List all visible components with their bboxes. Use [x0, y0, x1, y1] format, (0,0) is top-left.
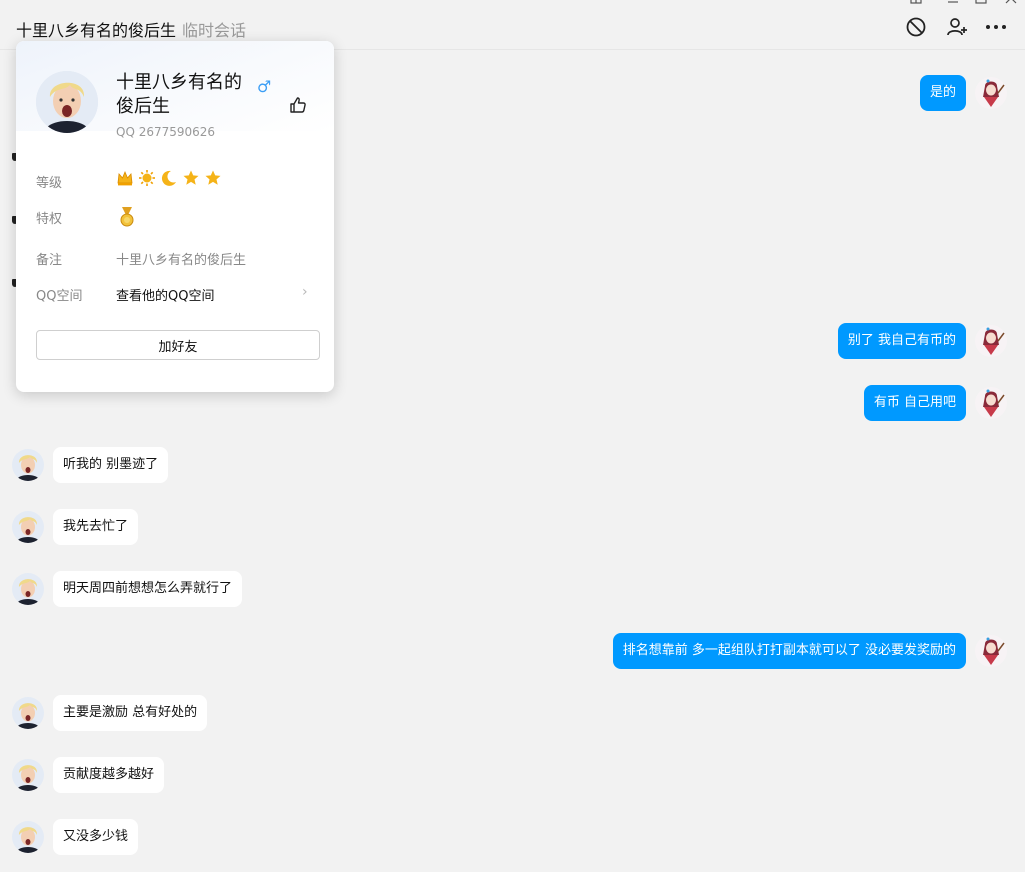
- message-bubble[interactable]: 排名想靠前 多一起组队打打副本就可以了 没必要发奖励的: [612, 633, 966, 669]
- message-bubble[interactable]: 主要是激励 总有好处的: [53, 695, 208, 731]
- star-icon: [204, 169, 222, 187]
- message-row: 有币 自己用吧: [863, 385, 1007, 421]
- add-friend-button[interactable]: 加好友: [36, 330, 320, 360]
- my-avatar[interactable]: [975, 635, 1007, 667]
- message-bubble[interactable]: 明天周四前想想怎么弄就行了: [53, 571, 243, 607]
- thumbs-up-icon[interactable]: [288, 95, 308, 115]
- message-row: 明天周四前想想怎么弄就行了: [12, 571, 243, 607]
- remark-label: 备注: [36, 253, 63, 268]
- more-icon[interactable]: [983, 14, 1009, 40]
- my-avatar[interactable]: [975, 325, 1007, 357]
- message-bubble[interactable]: 别了 我自己有币的: [837, 323, 966, 359]
- message-bubble[interactable]: 我先去忙了: [53, 509, 139, 545]
- profile-card: 十里八乡有名的俊后生 ♂ QQ 2677590626 等级 特权 备注 十里八乡…: [16, 41, 334, 392]
- message-bubble[interactable]: 有币 自己用吧: [863, 385, 966, 421]
- contact-name[interactable]: 十里八乡有名的俊后生: [16, 21, 176, 40]
- privilege-label: 特权: [36, 212, 63, 227]
- session-type-label: 临时会话: [182, 21, 247, 40]
- message-row: 别了 我自己有币的: [837, 323, 1007, 359]
- message-bubble[interactable]: 贡献度越多越好: [53, 757, 165, 793]
- qzone-label: QQ空间: [36, 289, 83, 304]
- sun-icon: [138, 169, 156, 187]
- window-tile-icon[interactable]: [910, 0, 922, 4]
- contact-avatar[interactable]: [12, 821, 44, 853]
- message-row: 主要是激励 总有好处的: [12, 695, 208, 731]
- minimize-icon[interactable]: [947, 0, 959, 4]
- maximize-icon[interactable]: [975, 0, 987, 4]
- message-row: 又没多少钱: [12, 819, 139, 855]
- moon-icon: [160, 169, 178, 187]
- qq-number: QQ 2677590626: [116, 125, 216, 139]
- message-row: 我先去忙了: [12, 509, 139, 545]
- message-row: 是的: [919, 75, 1007, 111]
- level-label: 等级: [36, 176, 63, 191]
- block-icon[interactable]: [903, 14, 929, 40]
- profile-name: 十里八乡有名的俊后生: [116, 72, 242, 117]
- level-badges[interactable]: [116, 169, 222, 187]
- medal-icon[interactable]: [117, 206, 137, 232]
- profile-avatar[interactable]: [36, 71, 98, 133]
- crown-icon: [116, 169, 134, 187]
- message-row: 排名想靠前 多一起组队打打副本就可以了 没必要发奖励的: [612, 633, 1007, 669]
- contact-avatar[interactable]: [12, 697, 44, 729]
- qzone-link[interactable]: 查看他的QQ空间: [116, 285, 214, 304]
- message-row: 听我的 别墨迹了: [12, 447, 169, 483]
- my-avatar[interactable]: [975, 387, 1007, 419]
- contact-avatar[interactable]: [12, 573, 44, 605]
- contact-avatar[interactable]: [12, 511, 44, 543]
- message-row: 贡献度越多越好: [12, 757, 165, 793]
- message-bubble[interactable]: 听我的 别墨迹了: [53, 447, 169, 483]
- message-bubble[interactable]: 是的: [919, 75, 966, 111]
- chat-title: 十里八乡有名的俊后生 临时会话: [16, 17, 246, 41]
- close-icon[interactable]: [1005, 0, 1017, 4]
- remark-value[interactable]: 十里八乡有名的俊后生: [116, 249, 246, 268]
- chevron-right-icon[interactable]: ›: [302, 284, 308, 300]
- add-friend-icon[interactable]: [944, 14, 970, 40]
- star-icon: [182, 169, 200, 187]
- contact-avatar[interactable]: [12, 449, 44, 481]
- contact-avatar[interactable]: [12, 759, 44, 791]
- male-gender-icon: ♂: [257, 77, 272, 96]
- my-avatar[interactable]: [975, 77, 1007, 109]
- message-bubble[interactable]: 又没多少钱: [53, 819, 139, 855]
